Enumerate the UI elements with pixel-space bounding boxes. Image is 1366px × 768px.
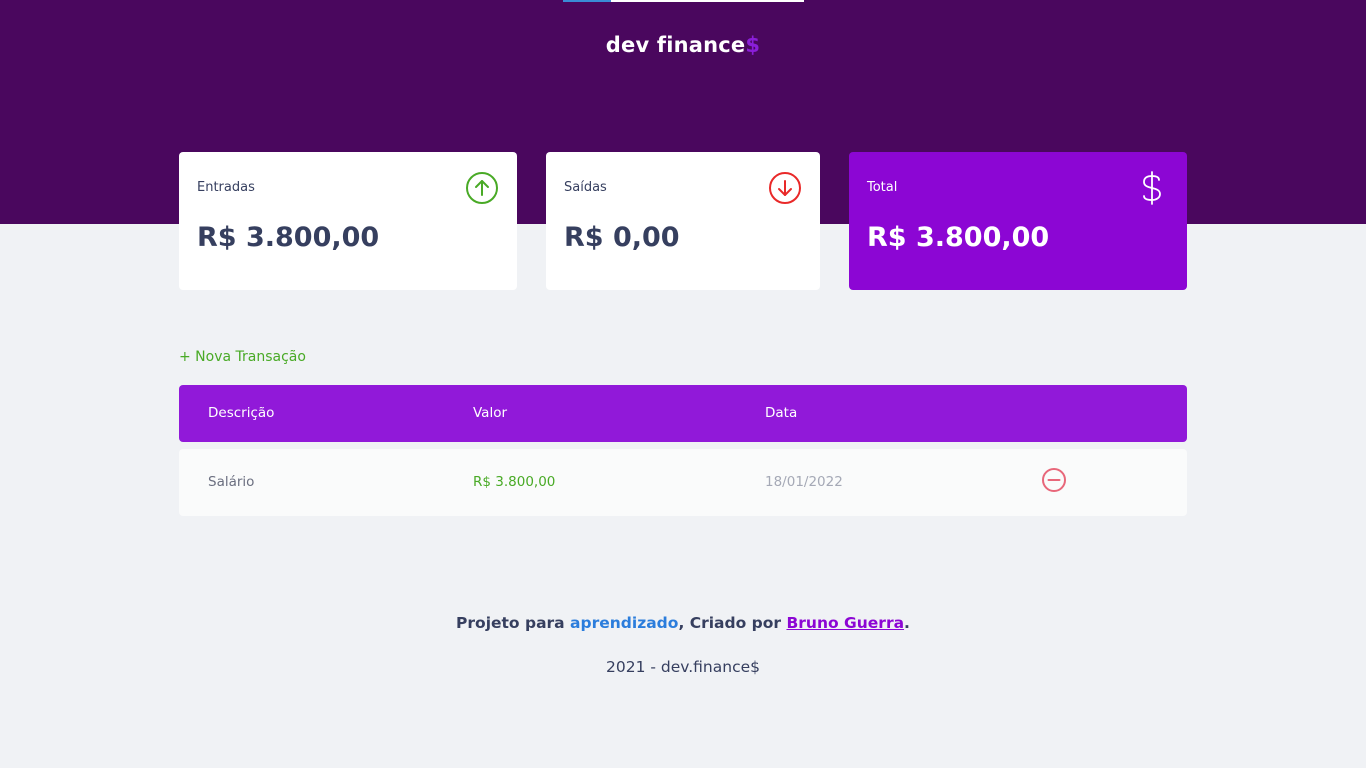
logo-accent: $ [745, 33, 761, 57]
total-card: Total R$ 3.800,00 [849, 152, 1187, 290]
transaction-date: 18/01/2022 [765, 474, 843, 490]
dollar-icon [1143, 171, 1161, 205]
arrow-up-circle-icon [466, 172, 498, 204]
transaction-amount: R$ 3.800,00 [473, 474, 556, 490]
app-logo: dev finance$ [0, 33, 1366, 57]
transaction-description: Salário [208, 474, 255, 490]
logo-text: dev finance [605, 33, 746, 57]
transactions-table: Descrição Valor Data Salário R$ 3.800,00… [179, 385, 1187, 516]
author-link[interactable]: Bruno Guerra [786, 614, 904, 632]
income-card: Entradas R$ 3.800,00 [179, 152, 517, 290]
footer-highlight: aprendizado [570, 614, 679, 632]
header-date: Data [765, 405, 798, 421]
new-transaction-button[interactable]: + Nova Transação [179, 349, 306, 365]
expense-label: Saídas [564, 180, 607, 195]
table-header: Descrição Valor Data [179, 385, 1187, 442]
footer-copyright: 2021 - dev.finance$ [606, 658, 760, 676]
total-label: Total [867, 180, 898, 195]
income-label: Entradas [197, 180, 255, 195]
arrow-down-circle-icon [769, 172, 801, 204]
table-row: Salário R$ 3.800,00 18/01/2022 [179, 449, 1187, 516]
header-description: Descrição [208, 405, 275, 421]
expense-value: R$ 0,00 [564, 222, 680, 253]
loading-progress-fill [563, 0, 612, 2]
loading-progress-bar [563, 0, 804, 2]
footer-prefix: Projeto para [456, 614, 571, 632]
total-value: R$ 3.800,00 [867, 222, 1050, 253]
footer-credits: Projeto para aprendizado, Criado por Bru… [0, 614, 1366, 632]
income-value: R$ 3.800,00 [197, 222, 380, 253]
minus-circle-icon[interactable] [1041, 467, 1067, 493]
footer-middle: , Criado por [678, 614, 787, 632]
expense-card: Saídas R$ 0,00 [546, 152, 820, 290]
footer-suffix: . [904, 614, 910, 632]
header-value: Valor [473, 405, 508, 421]
